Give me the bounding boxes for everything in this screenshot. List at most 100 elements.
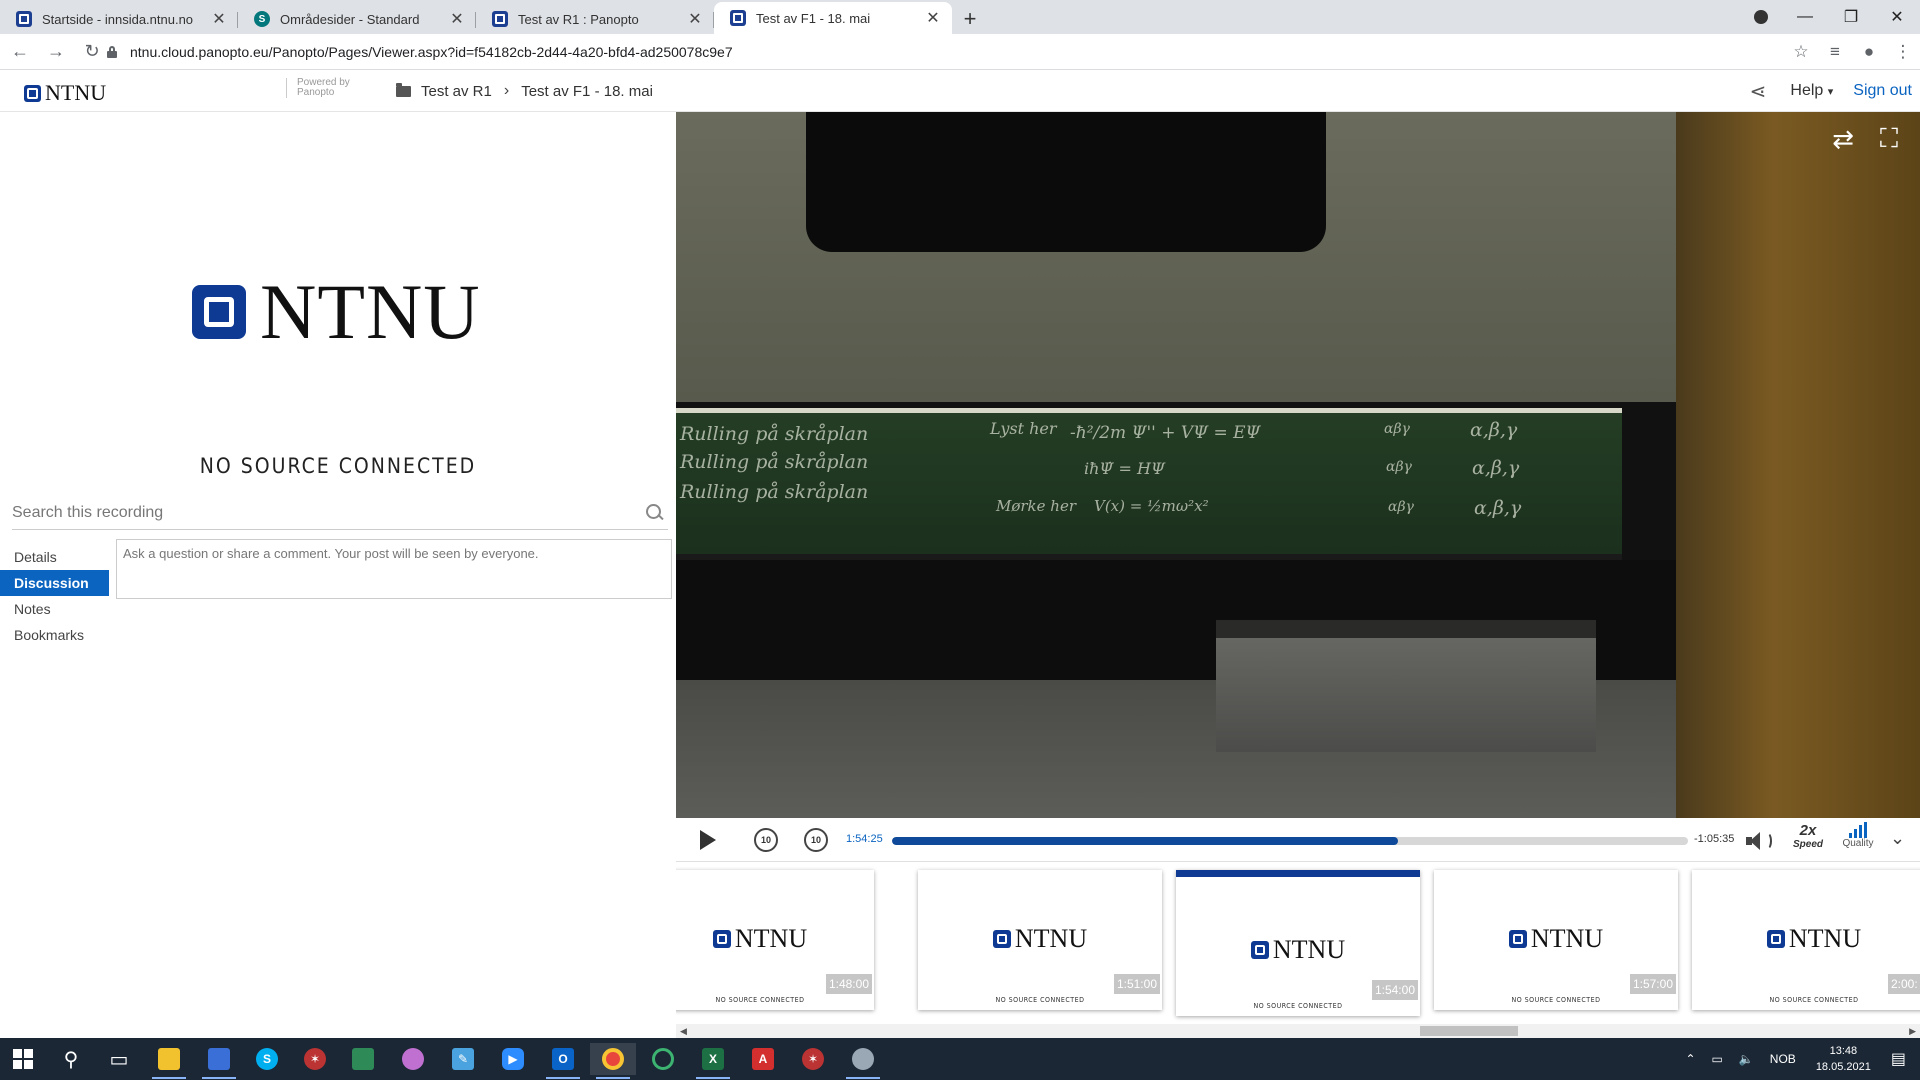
thumbnail[interactable]: NTNU NO SOURCE CONNECTED 1:51:00 — [918, 870, 1162, 1010]
no-source-message: NO SOURCE CONNECTED — [199, 454, 477, 478]
tab-close-icon[interactable]: ✕ — [686, 9, 704, 29]
bookmark-star-icon[interactable]: ☆ — [1784, 42, 1818, 62]
tab-bookmarks[interactable]: Bookmarks — [0, 622, 110, 648]
quality-button[interactable]: Quality — [1838, 822, 1878, 849]
scroll-right-icon[interactable]: ▶ — [1909, 1024, 1916, 1038]
task-view-icon[interactable]: ▭ — [96, 1043, 142, 1075]
outlook-icon[interactable]: O — [540, 1043, 586, 1079]
thumbnail-logo: NTNU — [1176, 935, 1420, 965]
rewind-10-icon[interactable]: 10 — [754, 828, 778, 852]
tab-notes[interactable]: Notes — [0, 596, 110, 622]
help-label: Help — [1790, 82, 1824, 99]
math-app-icon[interactable]: ✶ — [292, 1043, 338, 1075]
thumbnail-caption: NO SOURCE CONNECTED — [715, 996, 805, 1004]
panopto-header: NTNU Powered by Panopto Test av R1 › Tes… — [0, 70, 1920, 112]
help-menu-button[interactable]: Help ▾ — [1790, 82, 1833, 100]
powered-by-brand: Panopto — [297, 87, 335, 98]
system-tray: ⌃ ▭ 🔈 NOB 13:48 18.05.2021 ▤ — [1677, 1038, 1920, 1080]
chalk-text: αβγ — [1386, 459, 1412, 475]
scroll-left-icon[interactable]: ◀ — [680, 1024, 687, 1038]
browser-tab-2[interactable]: Test av R1 : Panopto ✕ — [476, 4, 714, 34]
video-projector — [806, 112, 1326, 252]
new-tab-button[interactable]: + — [952, 4, 988, 34]
thumbnail[interactable]: NTNU NO SOURCE CONNECTED 2:00: — [1692, 870, 1920, 1010]
sign-out-link[interactable]: Sign out — [1853, 82, 1912, 100]
thumbnail[interactable]: NTNU NO SOURCE CONNECTED 1:48:00 — [676, 870, 874, 1010]
browser-tab-1[interactable]: S Områdesider - Standard ✕ — [238, 4, 476, 34]
profile-avatar-icon[interactable]: ● — [1852, 42, 1886, 62]
tab-search-icon[interactable] — [1738, 0, 1784, 34]
tab-discussion[interactable]: Discussion — [0, 570, 109, 596]
browser-menu-icon[interactable]: ⋮ — [1886, 42, 1920, 62]
swap-sources-icon[interactable]: ⇄ — [1826, 122, 1860, 156]
url-text[interactable]: ntnu.cloud.panopto.eu/Panopto/Pages/View… — [130, 44, 733, 60]
browser-tab-0[interactable]: Startside - innsida.ntnu.no ✕ — [0, 4, 238, 34]
breadcrumb-folder-link[interactable]: Test av R1 — [421, 83, 492, 100]
software-center-icon[interactable] — [340, 1043, 386, 1075]
tab-details[interactable]: Details — [0, 544, 110, 570]
fullscreen-icon[interactable]: ⛶ — [1872, 122, 1906, 156]
taskbar-clock[interactable]: 13:48 18.05.2021 — [1816, 1043, 1871, 1075]
search-icon[interactable]: ⚲ — [48, 1043, 94, 1075]
tab-close-icon[interactable]: ✕ — [210, 9, 228, 29]
chalk-text: Mørke her — [996, 497, 1077, 515]
math-app-2-icon[interactable]: ✶ — [790, 1043, 836, 1075]
clock-time: 13:48 — [1829, 1045, 1858, 1057]
discussion-comment-input[interactable] — [116, 539, 672, 599]
scrollbar-thumb[interactable] — [1420, 1026, 1518, 1036]
slide-logo-text: NTNU — [260, 268, 481, 355]
thumbnail-logo-text: NTNU — [1530, 924, 1604, 953]
forward-arrow-icon[interactable]: → — [40, 36, 72, 68]
thumbnail-caption: NO SOURCE CONNECTED — [995, 996, 1085, 1004]
notepad-icon[interactable]: ✎ — [440, 1043, 486, 1075]
back-arrow-icon[interactable]: ← — [4, 36, 36, 68]
thumbnail[interactable]: NTNU NO SOURCE CONNECTED 1:57:00 — [1434, 870, 1678, 1010]
url-omnibox[interactable]: ntnu.cloud.panopto.eu/Panopto/Pages/View… — [106, 37, 1766, 67]
media-queue-icon[interactable]: ≡ — [1818, 42, 1852, 62]
skype-icon[interactable]: S — [244, 1043, 290, 1075]
search-input[interactable] — [12, 503, 646, 522]
ntnu-logo-icon — [1250, 941, 1269, 959]
refresh-app-icon[interactable] — [640, 1043, 686, 1075]
paint-app-icon[interactable] — [390, 1043, 436, 1075]
chrome-icon[interactable] — [590, 1043, 636, 1079]
acrobat-icon[interactable]: A — [740, 1043, 786, 1075]
paint-brush-icon[interactable] — [840, 1043, 886, 1079]
tab-close-icon[interactable]: ✕ — [924, 8, 942, 28]
thumbnail-scrollbar[interactable]: ◀ ▶ — [676, 1024, 1920, 1038]
video-lecture-desk — [1216, 620, 1596, 752]
start-button[interactable] — [0, 1043, 46, 1075]
tray-expand-icon[interactable]: ⌃ — [1685, 1052, 1695, 1066]
powered-by-panopto[interactable]: Powered by Panopto — [286, 78, 366, 98]
share-icon[interactable]: ⋖ — [1750, 79, 1767, 104]
thumbnail-logo-text: NTNU — [1014, 924, 1088, 953]
notifications-icon[interactable]: ▤ — [1891, 1049, 1906, 1069]
reload-icon[interactable]: ↻ — [76, 36, 108, 68]
forward-10-icon[interactable]: 10 — [804, 828, 828, 852]
lock-icon — [106, 46, 118, 58]
speed-button[interactable]: 2x Speed — [1788, 822, 1828, 850]
video-player[interactable]: Rulling på skråplan Rulling på skråplan … — [676, 112, 1920, 818]
browser-tab-3[interactable]: Test av F1 - 18. mai ✕ — [714, 2, 952, 34]
address-bar: ← → ↻ ntnu.cloud.panopto.eu/Panopto/Page… — [0, 34, 1920, 70]
battery-icon[interactable]: ▭ — [1712, 1052, 1723, 1066]
window-close-icon[interactable]: ✕ — [1874, 0, 1920, 34]
progress-bar[interactable] — [892, 837, 1688, 845]
elapsed-time: 1:54:25 — [846, 833, 883, 845]
ntnu-header-logo[interactable]: NTNU — [24, 80, 106, 106]
language-indicator[interactable]: NOB — [1770, 1052, 1796, 1066]
restore-icon[interactable]: ❐ — [1828, 0, 1874, 34]
chevron-down-icon[interactable]: ⌄ — [1890, 828, 1905, 849]
zoom-icon[interactable]: ▶ — [490, 1043, 536, 1075]
file-explorer-icon[interactable] — [146, 1043, 192, 1079]
tab-close-icon[interactable]: ✕ — [448, 9, 466, 29]
network-app-icon[interactable] — [196, 1043, 242, 1079]
excel-icon[interactable]: X — [690, 1043, 736, 1079]
thumbnail-active[interactable]: NTNU NO SOURCE CONNECTED 1:54:00 — [1176, 870, 1420, 1016]
minimize-icon[interactable]: — — [1782, 0, 1828, 34]
search-icon[interactable] — [646, 503, 664, 522]
play-icon[interactable] — [700, 830, 716, 850]
ntnu-favicon-icon — [492, 11, 508, 27]
header-logo-text: NTNU — [45, 80, 107, 105]
speaker-icon[interactable]: 🔈 — [1739, 1052, 1754, 1066]
